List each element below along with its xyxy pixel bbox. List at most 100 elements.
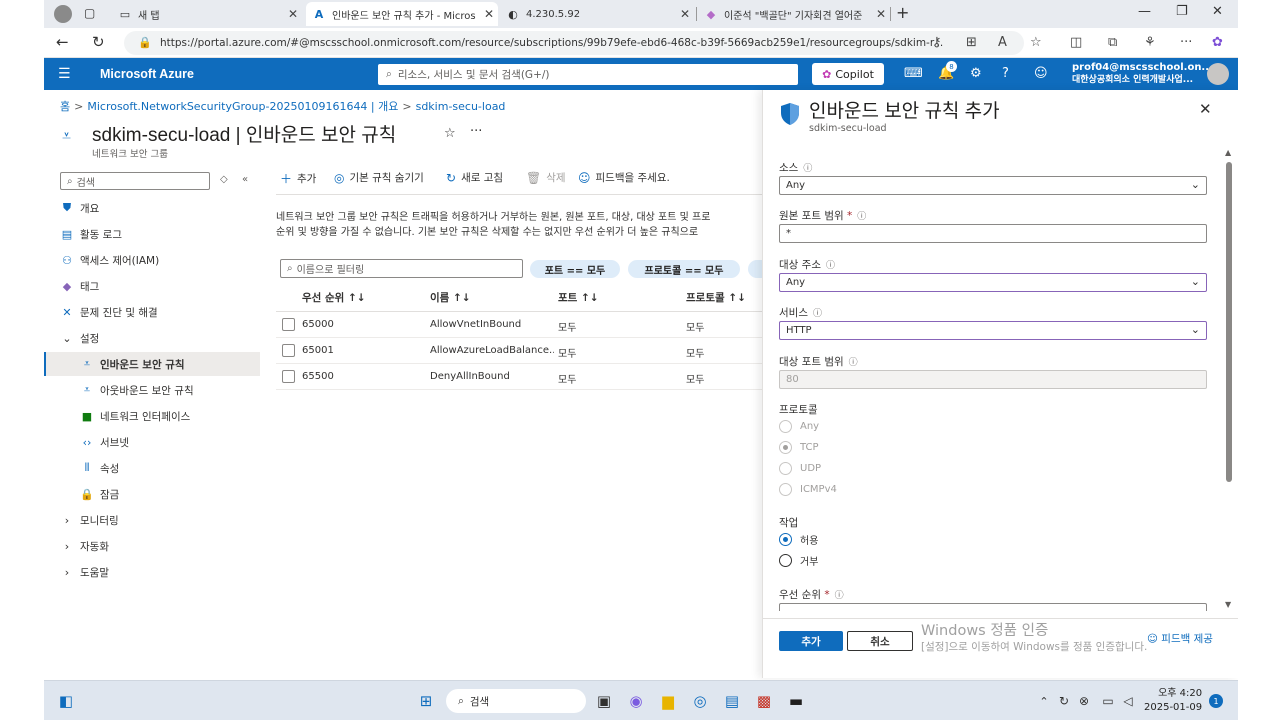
url-field[interactable]: 🔒 https://portal.azure.com/#@mscsschool.… [124,31,1024,55]
close-icon[interactable]: ✕ [288,7,298,21]
clock[interactable]: 오후 4:20 2025-01-09 [1144,687,1202,715]
feedback-link[interactable]: ☺ 피드백 제공 [1147,631,1213,646]
nav-monitoring[interactable]: › 모니터링 [44,508,260,532]
notification-badge[interactable]: 1 [1209,694,1223,708]
nav-properties[interactable]: ⦀ 속성 [44,456,260,480]
protocol-radio-udp[interactable]: UDP [779,462,821,475]
nav-activity-log[interactable]: ▤ 활동 로그 [44,222,260,246]
nav-subnets[interactable]: ‹› 서브넷 [44,430,260,454]
close-icon[interactable]: ✕ [876,7,886,21]
action-radio-allow[interactable]: 허용 [779,532,818,547]
nav-iam[interactable]: ⚇ 액세스 제어(IAM) [44,248,260,272]
azure-brand[interactable]: Microsoft Azure [100,67,194,81]
favorite-star-icon[interactable]: ☆ [444,126,456,141]
extensions-icon[interactable]: ⚘ [1144,35,1156,50]
minimize-button[interactable]: — [1138,4,1151,19]
row-checkbox[interactable] [282,344,295,357]
scroll-down-icon[interactable]: ▼ [1225,600,1231,609]
nav-options-icon[interactable]: ◇ [220,174,228,185]
name-filter-input[interactable]: ⌕ 이름으로 필터링 [280,259,523,278]
column-header-priority[interactable]: 우선 순위 ↑↓ [302,290,366,305]
apps-icon[interactable]: ⊞ [966,35,977,50]
protocol-radio-tcp[interactable]: TCP [779,441,819,454]
port-filter-pill[interactable]: 포트 == 모두 [530,260,620,278]
split-screen-icon[interactable]: ◫ [1070,35,1082,50]
nav-diagnose[interactable]: ✕ 문제 진단 및 해결 [44,300,260,324]
table-row[interactable]: 65500 DenyAllInBound 모두 모두 [276,364,762,390]
add-rule-button[interactable]: 추가 [779,631,843,651]
protocol-filter-pill[interactable]: 프로토콜 == 모두 [628,260,740,278]
taskbar-search[interactable]: ⌕ 검색 [446,689,586,713]
refresh-button[interactable]: ↻ [92,33,105,51]
help-icon[interactable]: ? [1002,66,1009,81]
copilot-button[interactable]: ✿ Copilot [812,63,884,85]
windows-start-icon[interactable]: ⊞ [414,689,438,713]
volume-icon[interactable]: ◁ [1116,689,1140,713]
collapse-nav-icon[interactable]: « [242,174,248,185]
protocol-radio-icmp[interactable]: ICMPv4 [779,483,837,496]
more-icon[interactable]: ··· [1180,35,1192,50]
back-button[interactable]: ← [56,33,69,51]
more-filter-pill[interactable] [748,260,762,278]
delete-button[interactable]: 🗑 삭제 [526,170,566,185]
nav-inbound-rules[interactable]: ⩡ 인바운드 보안 규칙 [44,352,260,376]
store-icon[interactable]: ▤ [720,689,744,713]
scrollbar-thumb[interactable] [1226,162,1232,482]
row-checkbox[interactable] [282,318,295,331]
widgets-icon[interactable]: ◧ [54,689,78,713]
column-header-protocol[interactable]: 프로토콜 ↑↓ [686,290,746,305]
breadcrumb-deployment[interactable]: Microsoft.NetworkSecurityGroup-202501091… [87,100,398,113]
source-select[interactable]: Any ⌄ [779,176,1207,195]
copilot-icon[interactable]: ✿ [1212,35,1223,50]
feedback-icon[interactable]: ☺ [1034,66,1048,81]
profile-avatar[interactable] [54,5,72,23]
settings-gear-icon[interactable]: ⚙ [970,66,982,81]
close-window-button[interactable]: ✕ [1212,4,1223,19]
action-radio-deny[interactable]: 거부 [779,553,818,568]
close-icon[interactable]: ✕ [680,7,690,21]
tab-actions-icon[interactable]: ▢ [84,6,95,20]
favorite-star-icon[interactable]: ☆ [1030,35,1042,50]
destination-port-input[interactable]: 80 [779,370,1207,389]
app-icon[interactable]: ▩ [752,689,776,713]
nav-locks[interactable]: 🔒 잠금 [44,482,260,506]
avatar[interactable] [1207,63,1229,85]
browser-tab-azure[interactable]: A 인바운드 보안 규칙 추가 - Micros ✕ [306,2,498,26]
nav-help[interactable]: › 도움말 [44,560,260,584]
restore-button[interactable]: ❐ [1176,4,1188,19]
nav-outbound-rules[interactable]: ⩡ 아웃바운드 보안 규칙 [44,378,260,402]
column-header-port[interactable]: 포트 ↑↓ [558,290,599,305]
browser-tab-remote[interactable]: ◐ 4.230.5.92 ✕ [500,2,694,26]
service-select[interactable]: HTTP ⌄ [779,321,1207,340]
read-aloud-icon[interactable]: A [998,35,1007,50]
account-info[interactable]: prof04@mscsschool.on... 대한상공회의소 인력개발사업..… [1072,62,1213,86]
scroll-up-icon[interactable]: ▲ [1225,148,1231,157]
nav-tags[interactable]: ◆ 태그 [44,274,260,298]
breadcrumb-home[interactable]: 홈 [60,100,70,113]
priority-input[interactable]: 100 [779,603,1207,611]
table-row[interactable]: 65000 AllowVnetInBound 모두 모두 [276,312,762,338]
source-port-input[interactable]: * [779,224,1207,243]
browser-tab-newtab[interactable]: ▭ 새 탭 ✕ [112,2,302,26]
nav-network-interfaces[interactable]: ■ 네트워크 인터페이스 [44,404,260,428]
key-icon[interactable]: ⚷ [932,35,942,50]
refresh-button[interactable]: ↻ 새로 고침 [446,170,503,185]
breadcrumb-resource[interactable]: sdkim-secu-load [416,100,506,113]
cancel-button[interactable]: 취소 [847,631,913,651]
close-icon[interactable]: ✕ [484,7,494,21]
close-circle-icon[interactable]: ⊗ [1072,689,1096,713]
feedback-button[interactable]: ☺ 피드백을 주세요. [578,170,670,185]
nav-overview[interactable]: ⛊ 개요 [44,196,260,220]
destination-select[interactable]: Any ⌄ [779,273,1207,292]
add-button[interactable]: ＋ 추가 [280,170,316,187]
teams-icon[interactable]: ◉ [624,689,648,713]
column-header-name[interactable]: 이름 ↑↓ [430,290,471,305]
hamburger-menu-icon[interactable]: ☰ [58,66,71,82]
new-tab-button[interactable]: + [896,3,909,22]
panel-scrollbar[interactable]: ▲ ▼ [1225,148,1233,609]
row-checkbox[interactable] [282,370,295,383]
nav-automation[interactable]: › 자동화 [44,534,260,558]
protocol-radio-any[interactable]: Any [779,420,819,433]
nav-settings-group[interactable]: ⌄ 설정 [44,326,260,350]
table-row[interactable]: 65001 AllowAzureLoadBalance... 모두 모두 [276,338,762,364]
